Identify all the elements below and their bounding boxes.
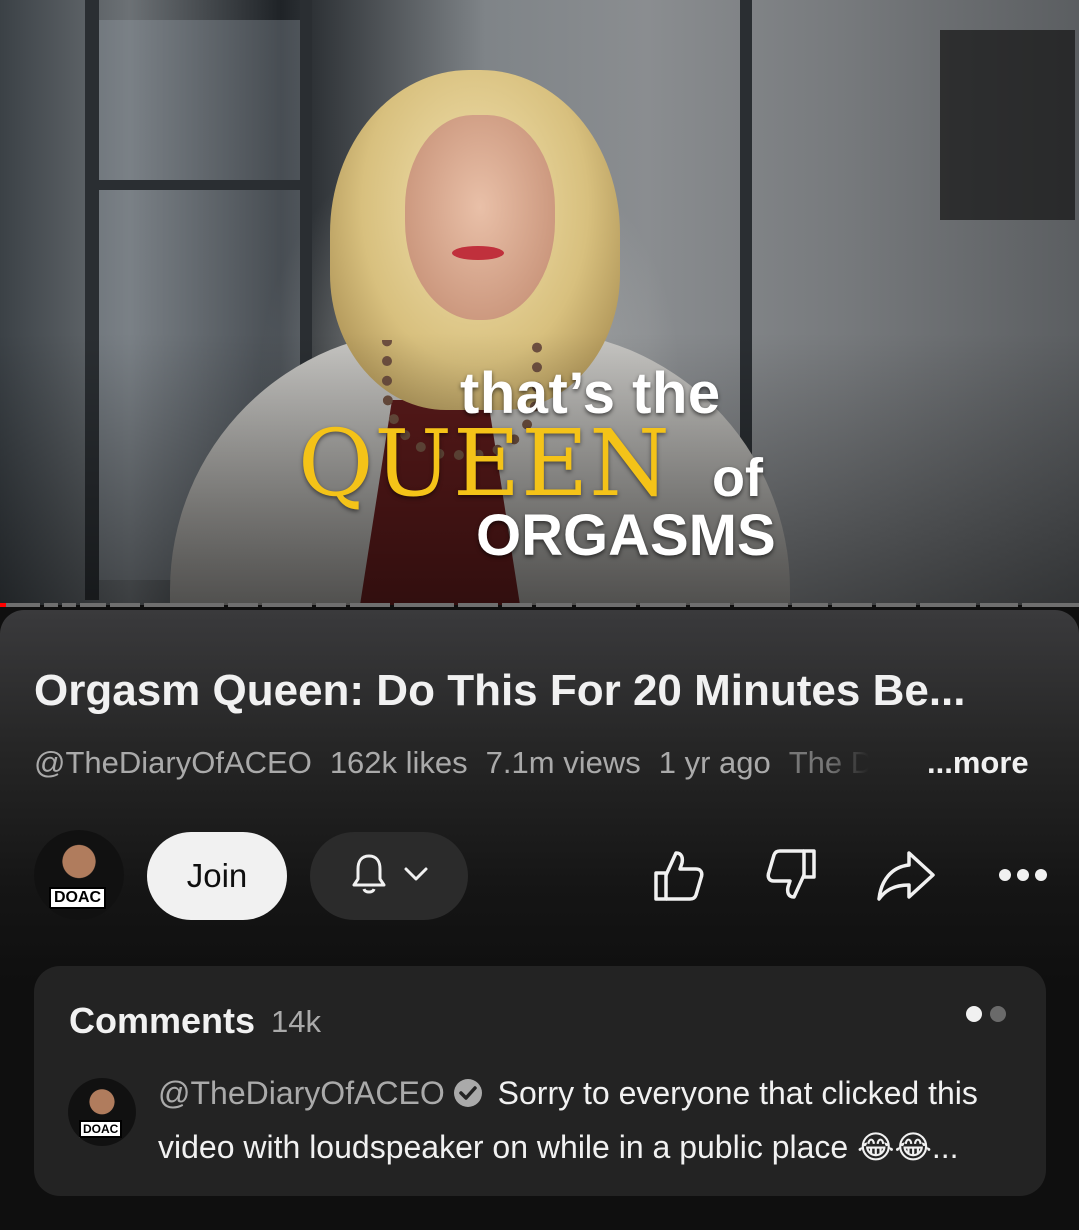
bell-icon [349, 852, 389, 901]
share-icon [873, 845, 937, 910]
avatar-badge: DOAC [49, 887, 107, 909]
chapter-segment [920, 603, 976, 607]
video-title[interactable]: Orgasm Queen: Do This For 20 Minutes Be.… [34, 666, 1054, 716]
chapter-segment [0, 603, 40, 607]
comments-heading: Comments [69, 1000, 256, 1041]
chapter-segment [262, 603, 312, 607]
dislike-icon [762, 845, 822, 910]
dislike-button[interactable] [757, 842, 827, 912]
join-button[interactable]: Join [147, 832, 287, 920]
caption-of: of [712, 448, 763, 508]
chapter-segment [734, 603, 788, 607]
comment-author-avatar[interactable]: DOAC [68, 1078, 136, 1146]
more-link[interactable]: ...more [927, 745, 1029, 781]
chapter-segment [640, 603, 686, 607]
description-preview: The D [788, 745, 869, 780]
channel-avatar[interactable]: DOAC [34, 830, 124, 920]
chapter-segment [144, 603, 224, 607]
carousel-dot [990, 1006, 1006, 1022]
video-progress-bar[interactable] [0, 600, 1079, 610]
carousel-dot-active [966, 1006, 982, 1022]
chapter-segment [792, 603, 828, 607]
share-button[interactable] [870, 842, 940, 912]
chapter-segment [1022, 603, 1079, 607]
chevron-down-icon [403, 865, 429, 888]
view-count: 7.1m views [485, 745, 641, 780]
subscription-notification-button[interactable] [310, 832, 468, 920]
chapter-segment [502, 603, 532, 607]
caption-orgasms: ORGASMS [476, 503, 776, 568]
chapter-segment [80, 603, 106, 607]
chapter-segment [62, 603, 76, 607]
top-comment: @TheDiaryOfACEO Sorry to everyone that c… [158, 1068, 1018, 1172]
progress-played [0, 603, 6, 607]
more-icon [998, 868, 1048, 887]
chapter-segment [350, 603, 390, 607]
chapter-segment [876, 603, 916, 607]
comment-author[interactable]: @TheDiaryOfACEO [158, 1075, 445, 1111]
comments-card[interactable]: Comments 14k DOAC @TheDiaryOfACEO Sorry … [34, 966, 1046, 1196]
chapter-segment [832, 603, 872, 607]
like-button[interactable] [643, 842, 713, 912]
channel-handle[interactable]: @TheDiaryOfACEO [34, 745, 312, 781]
chapter-segment [690, 603, 730, 607]
caption-queen: QUEEN [298, 410, 671, 517]
chapter-segment [44, 603, 58, 607]
like-count: 162k likes [329, 745, 468, 780]
chapter-segment [228, 603, 258, 607]
avatar-badge: DOAC [79, 1120, 123, 1138]
video-metadata[interactable]: @TheDiaryOfACEO 162k likes 7.1m views 1 … [34, 745, 869, 781]
like-icon [648, 845, 708, 910]
verified-check-icon [453, 1072, 483, 1122]
upload-age: 1 yr ago [658, 745, 771, 780]
chapter-segment [110, 603, 140, 607]
chapter-segment [316, 603, 346, 607]
video-player[interactable]: that’s the QUEEN of ORGASMS [0, 0, 1079, 605]
chapter-segment [458, 603, 498, 607]
carousel-dots [966, 1006, 1006, 1022]
chapter-segment [394, 603, 454, 607]
comments-count: 14k [271, 1004, 321, 1039]
more-actions-button[interactable] [988, 842, 1058, 912]
chapter-segment [980, 603, 1018, 607]
chapter-segment [576, 603, 636, 607]
chapter-segment [536, 603, 572, 607]
